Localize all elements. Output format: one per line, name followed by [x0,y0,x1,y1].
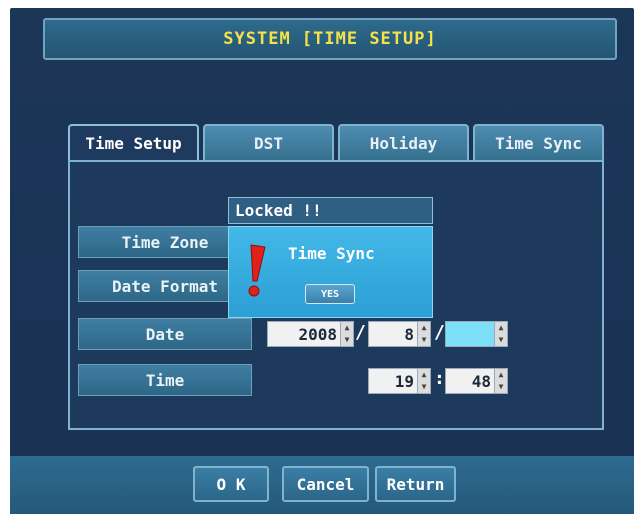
popup-header: Locked !! [228,197,433,224]
date-separator: / [434,322,445,343]
tab-time-sync[interactable]: Time Sync [473,124,604,160]
tab-dst[interactable]: DST [203,124,334,160]
year-arrows[interactable]: ▲ ▼ [341,321,354,347]
year-stepper[interactable]: 2008 ▲ ▼ [267,321,354,347]
time-separator: : [434,368,445,389]
cancel-button[interactable]: Cancel [282,466,369,502]
return-button[interactable]: Return [375,466,456,502]
yes-button[interactable]: YES [305,284,355,304]
tab-holiday[interactable]: Holiday [338,124,469,160]
tab-bar: Time Setup DST Holiday Time Sync [68,124,604,160]
hour-value[interactable]: 19 [368,368,418,394]
minute-value[interactable]: 48 [445,368,495,394]
down-arrow-icon[interactable]: ▼ [418,381,430,393]
window-title: SYSTEM [TIME SETUP] [43,18,617,60]
date-format-label[interactable]: Date Format [78,270,252,302]
exclamation-icon [248,244,266,297]
minute-stepper[interactable]: 48 ▲ ▼ [445,368,508,394]
minute-arrows[interactable]: ▲ ▼ [495,368,508,394]
time-label: Time [78,364,252,396]
date-label: Date [78,318,252,350]
day-value[interactable]: 22 [445,321,495,347]
year-value[interactable]: 2008 [267,321,341,347]
popup-message: Time Sync [288,244,375,263]
tab-time-setup[interactable]: Time Setup [68,124,199,160]
up-arrow-icon[interactable]: ▲ [341,322,353,334]
date-separator: / [355,322,366,343]
up-arrow-icon[interactable]: ▲ [418,322,430,334]
month-stepper[interactable]: 8 ▲ ▼ [368,321,431,347]
down-arrow-icon[interactable]: ▼ [418,334,430,346]
up-arrow-icon[interactable]: ▲ [495,369,507,381]
hour-arrows[interactable]: ▲ ▼ [418,368,431,394]
month-arrows[interactable]: ▲ ▼ [418,321,431,347]
hour-stepper[interactable]: 19 ▲ ▼ [368,368,431,394]
down-arrow-icon[interactable]: ▼ [495,381,507,393]
ok-button[interactable]: O K [193,466,269,502]
down-arrow-icon[interactable]: ▼ [495,334,507,346]
month-value[interactable]: 8 [368,321,418,347]
day-arrows[interactable]: ▲ ▼ [495,321,508,347]
day-stepper[interactable]: 22 ▲ ▼ [445,321,508,347]
time-zone-label[interactable]: Time Zone [78,226,252,258]
down-arrow-icon[interactable]: ▼ [341,334,353,346]
up-arrow-icon[interactable]: ▲ [418,369,430,381]
up-arrow-icon[interactable]: ▲ [495,322,507,334]
